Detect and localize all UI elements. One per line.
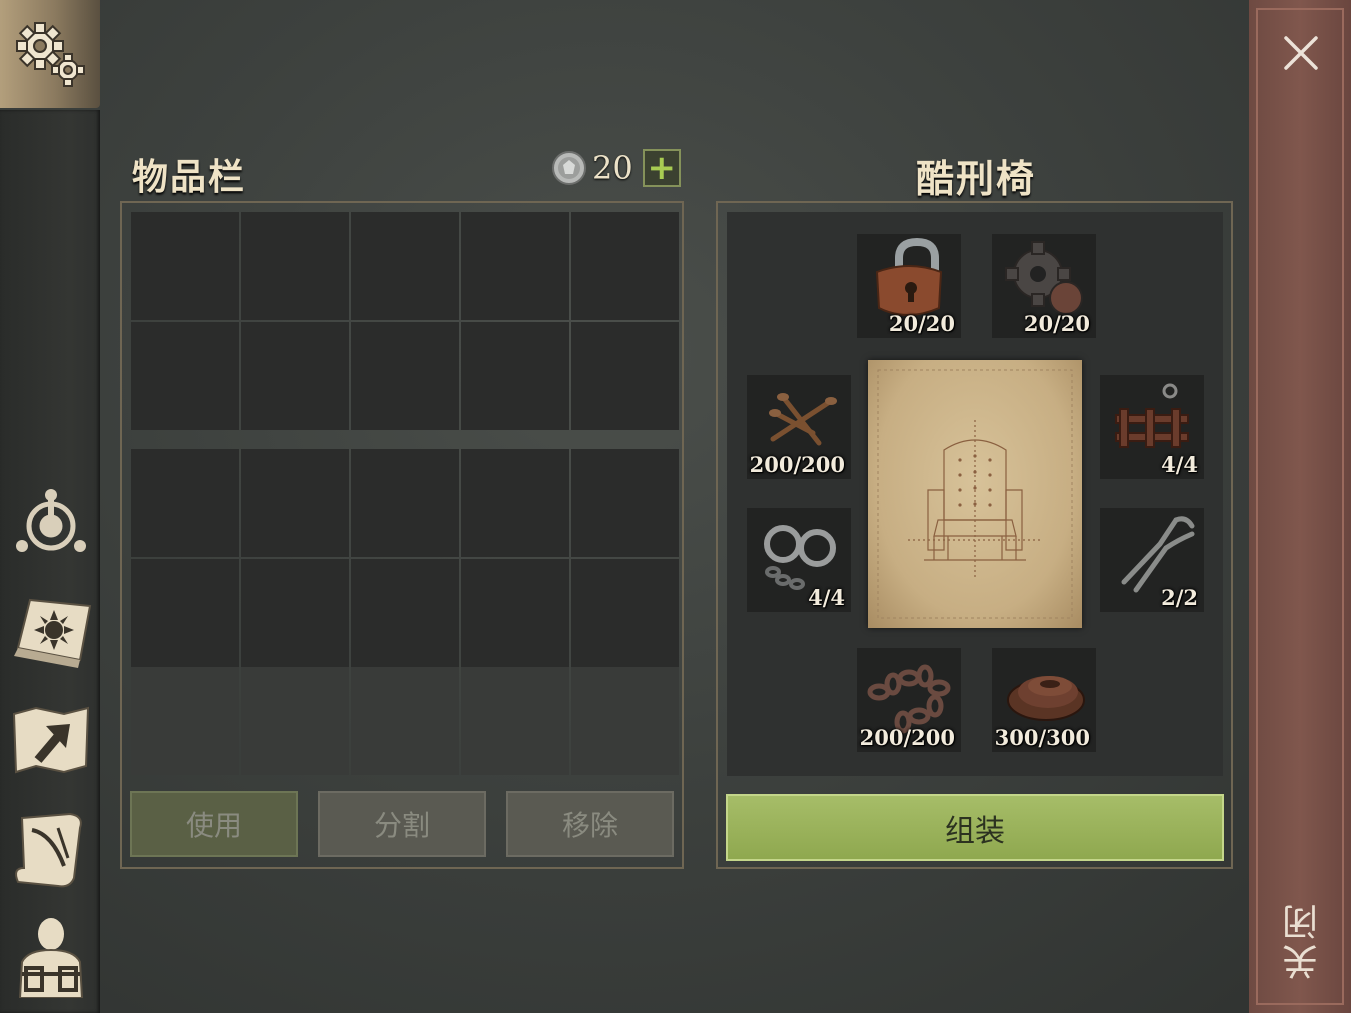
scroll-icon xyxy=(15,812,82,888)
sidebar-journal-button[interactable] xyxy=(8,592,94,678)
inventory-slot[interactable] xyxy=(131,449,239,557)
material-count: 20/20 xyxy=(1023,311,1090,336)
journal-icon xyxy=(14,598,92,668)
sidebar-map-button[interactable] xyxy=(8,700,94,786)
padlock-icon xyxy=(875,238,943,316)
inventory-slot[interactable] xyxy=(241,212,349,320)
torture-chair-blueprint-icon xyxy=(877,369,1073,619)
inventory-slot[interactable] xyxy=(241,559,349,667)
inventory-grid-upper xyxy=(131,212,679,430)
inventory-slot[interactable] xyxy=(351,449,459,557)
map-icon xyxy=(12,706,90,774)
inventory-slot[interactable] xyxy=(131,322,239,430)
sidebar xyxy=(0,0,100,1013)
material-wooden-frame[interactable]: 4/4 xyxy=(1100,375,1204,479)
compass-icon xyxy=(16,489,86,552)
remove-button[interactable]: 移除 xyxy=(506,791,674,857)
locked-slot xyxy=(461,667,569,775)
material-count: 4/4 xyxy=(1161,452,1198,477)
use-button[interactable]: 使用 xyxy=(130,791,298,857)
inventory-slot[interactable] xyxy=(571,559,679,667)
inventory-slot[interactable] xyxy=(461,322,569,430)
gears-icon xyxy=(16,22,85,87)
inventory-grid-locked xyxy=(131,667,679,775)
locked-slot xyxy=(241,667,349,775)
settings-button[interactable] xyxy=(0,0,100,108)
inventory-slot[interactable] xyxy=(571,322,679,430)
material-count: 200/200 xyxy=(859,725,955,750)
sidebar-compass-button[interactable] xyxy=(8,482,94,568)
add-currency-button[interactable]: + xyxy=(642,149,681,187)
material-gears[interactable]: 20/20 xyxy=(992,234,1096,338)
close-strip-border xyxy=(1256,8,1344,1005)
chain-icon xyxy=(867,664,951,734)
material-padlock[interactable]: 20/20 xyxy=(857,234,961,338)
material-nails[interactable]: 200/200 xyxy=(747,375,851,479)
material-count: 4/4 xyxy=(808,585,845,610)
inventory-slot[interactable] xyxy=(461,449,569,557)
silver-coin-icon xyxy=(552,151,586,185)
material-pincers[interactable]: 2/2 xyxy=(1100,508,1204,612)
character-icon xyxy=(18,918,84,999)
leather-strap-icon xyxy=(1007,676,1085,721)
material-shackles[interactable]: 4/4 xyxy=(747,508,851,612)
inventory-slot[interactable] xyxy=(351,322,459,430)
material-count: 300/300 xyxy=(994,725,1090,750)
nails-icon xyxy=(769,393,837,446)
material-chain[interactable]: 200/200 xyxy=(857,648,961,752)
locked-slot xyxy=(131,667,239,775)
currency-display: 20 + xyxy=(552,148,681,188)
currency-value: 20 xyxy=(592,149,633,187)
crafting-title: 酷刑椅 xyxy=(915,157,1036,201)
pincers-icon xyxy=(1121,516,1195,593)
material-count: 2/2 xyxy=(1161,585,1198,610)
gears-material-icon xyxy=(1005,241,1083,315)
inventory-grid-lower xyxy=(131,449,679,667)
material-count: 200/200 xyxy=(749,452,845,477)
close-label[interactable]: 关闭 xyxy=(1278,900,1324,980)
inventory-slot[interactable] xyxy=(571,212,679,320)
inventory-slot[interactable] xyxy=(461,559,569,667)
sidebar-character-button[interactable] xyxy=(8,912,94,999)
blueprint-preview xyxy=(868,360,1082,628)
sidebar-quests-button[interactable] xyxy=(8,808,94,894)
inventory-slot[interactable] xyxy=(351,212,459,320)
inventory-title: 物品栏 xyxy=(132,157,247,198)
inventory-slot[interactable] xyxy=(241,449,349,557)
inventory-slot[interactable] xyxy=(571,449,679,557)
assemble-button[interactable]: 组装 xyxy=(726,794,1224,861)
material-count: 20/20 xyxy=(888,311,955,336)
shackles-icon xyxy=(764,525,836,590)
material-leather-strap[interactable]: 300/300 xyxy=(992,648,1096,752)
inventory-slot[interactable] xyxy=(461,212,569,320)
close-x-icon[interactable] xyxy=(1280,32,1322,74)
frame-icon xyxy=(1115,383,1189,448)
inventory-slot[interactable] xyxy=(351,559,459,667)
locked-slot xyxy=(571,667,679,775)
inventory-slot[interactable] xyxy=(131,212,239,320)
inventory-slot[interactable] xyxy=(241,322,349,430)
split-button[interactable]: 分割 xyxy=(318,791,486,857)
locked-slot xyxy=(351,667,459,775)
inventory-slot[interactable] xyxy=(131,559,239,667)
